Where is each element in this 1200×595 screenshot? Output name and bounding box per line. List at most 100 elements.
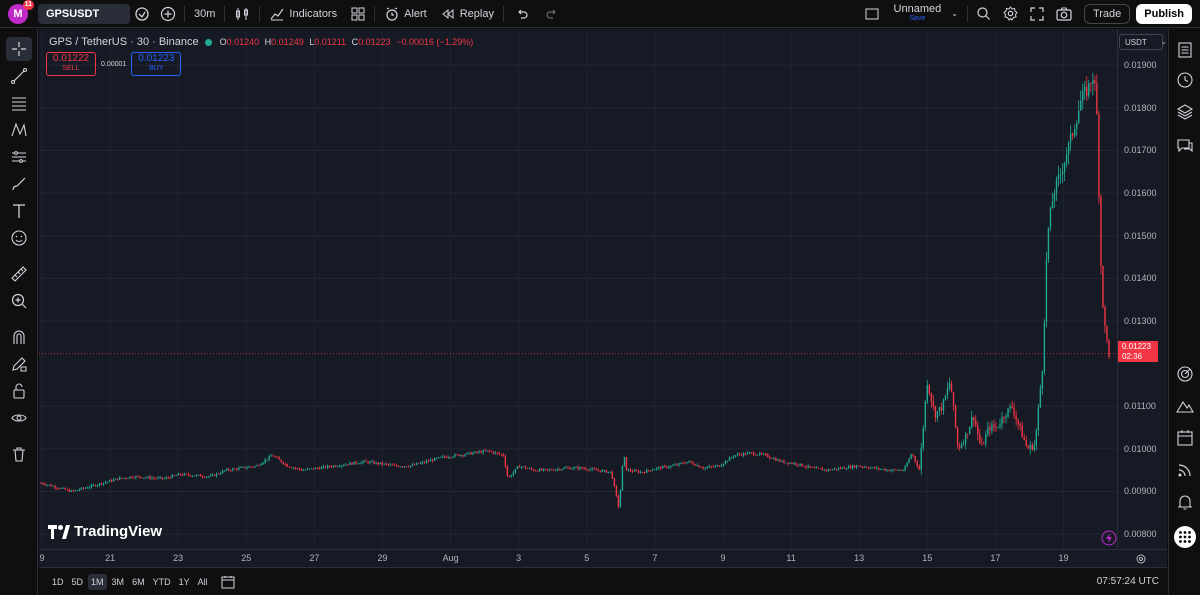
remove-drawings-button[interactable]	[6, 442, 32, 466]
axis-settings-icon[interactable]	[1135, 553, 1147, 565]
candle-body	[240, 467, 242, 468]
layout-name-button[interactable]: Unnamed Save ⌄	[887, 0, 965, 28]
candle-body	[1057, 174, 1060, 180]
clock[interactable]: 07:57:24 UTC	[1097, 576, 1159, 587]
candle-body	[861, 466, 864, 468]
settings-button[interactable]	[997, 0, 1024, 28]
candle-body	[80, 487, 83, 490]
range-all[interactable]: All	[195, 574, 211, 590]
notifications-button[interactable]	[1174, 491, 1196, 513]
range-3m[interactable]: 3M	[109, 574, 128, 590]
candle-body	[643, 472, 646, 474]
candle-body	[821, 468, 824, 471]
symbol-settings-icon[interactable]	[130, 0, 154, 28]
calendar-button[interactable]	[1174, 427, 1196, 449]
user-avatar[interactable]: M 11	[8, 0, 34, 24]
candle-body	[401, 466, 404, 468]
trend-line-tool-button[interactable]	[6, 64, 32, 88]
magnet-tool-button[interactable]	[6, 325, 32, 349]
candle-body	[284, 464, 286, 465]
candle-body	[1005, 416, 1007, 418]
magnet-icon	[13, 330, 25, 344]
candle-body	[950, 383, 953, 393]
hide-drawings-button[interactable]	[6, 406, 32, 430]
brush-tool-button[interactable]	[6, 172, 32, 196]
range-1y[interactable]: 1Y	[176, 574, 193, 590]
indicators-button[interactable]: Indicators	[262, 0, 344, 28]
price-axis[interactable]: 0.01900 0.01800 0.01700 0.01600 0.01500 0.014…	[1117, 29, 1167, 549]
trade-button[interactable]: Trade	[1083, 3, 1131, 24]
candle-body	[50, 484, 52, 487]
candle-body	[868, 467, 870, 469]
x-tick-label: 27	[309, 553, 320, 563]
range-5d[interactable]: 5D	[69, 574, 87, 590]
templates-button[interactable]	[344, 0, 372, 28]
candle-body	[248, 466, 250, 468]
candle-body	[944, 395, 947, 400]
goto-date-button[interactable]	[221, 575, 235, 589]
products-menu-button[interactable]	[1174, 526, 1196, 548]
candle-body	[613, 478, 616, 486]
range-1m[interactable]: 1M	[88, 573, 107, 590]
alert-button[interactable]: Alert	[377, 0, 434, 28]
fib-tool-button[interactable]	[6, 91, 32, 115]
symbol-search-button[interactable]: GPSUSDT	[38, 3, 130, 24]
price-chart[interactable]	[39, 29, 1167, 549]
fullscreen-button[interactable]	[1024, 0, 1050, 28]
pattern-tool-button[interactable]	[6, 118, 32, 142]
lightning-icon[interactable]	[1101, 530, 1117, 546]
candle-body	[520, 466, 523, 468]
undo-icon	[518, 9, 528, 19]
candle-body	[855, 465, 858, 468]
candle-body	[397, 465, 400, 467]
range-ytd[interactable]: YTD	[150, 574, 174, 590]
candle-body	[1096, 83, 1098, 115]
stay-drawing-button[interactable]	[6, 352, 32, 376]
publish-button[interactable]: Publish	[1136, 3, 1192, 24]
alerts-panel-button[interactable]	[1174, 69, 1196, 91]
candle-body	[773, 458, 775, 460]
measure-tool-button[interactable]	[6, 262, 32, 286]
time-axis[interactable]: 9 21 23 25 27 29 Aug 3 5 7 9 11 13 15 17 19	[39, 549, 1167, 567]
news-feed-button[interactable]	[1174, 459, 1196, 481]
redo-button[interactable]	[538, 0, 566, 28]
snapshot-button[interactable]	[1050, 0, 1078, 28]
chats-button[interactable]	[1174, 135, 1196, 157]
compare-symbol-button[interactable]	[154, 0, 182, 28]
candle-body	[684, 463, 686, 465]
sell-button[interactable]: 0.01222 SELL	[46, 52, 96, 76]
undo-button[interactable]	[506, 0, 538, 28]
candle-body	[1007, 408, 1009, 417]
emoji-tool-button[interactable]	[6, 226, 32, 250]
watchlist-button[interactable]	[1174, 39, 1196, 61]
screener-button[interactable]	[1174, 363, 1196, 385]
candle-body	[637, 470, 640, 473]
candle-body	[831, 469, 834, 471]
layout-toggle-icon[interactable]	[857, 0, 887, 28]
candle-body	[668, 467, 670, 468]
chart-pane[interactable]	[39, 29, 1167, 567]
y-tick-label: 0.01900	[1124, 60, 1157, 71]
candle-body	[484, 450, 486, 452]
object-tree-button[interactable]	[1174, 101, 1196, 123]
candle-body	[928, 384, 931, 394]
x-tick-label: 13	[854, 553, 865, 563]
candle-body	[488, 450, 490, 452]
legend-title[interactable]: GPS / TetherUS · 30 · Binance	[49, 36, 199, 48]
currency-select[interactable]: USDT ⌄	[1119, 34, 1167, 50]
interval-button[interactable]: 30m	[187, 0, 222, 28]
pine-button[interactable]	[1174, 395, 1196, 417]
lock-drawings-button[interactable]	[6, 379, 32, 403]
range-6m[interactable]: 6M	[129, 574, 148, 590]
forecast-tool-button[interactable]	[6, 145, 32, 169]
candle-body	[129, 476, 131, 479]
zoom-in-tool-button[interactable]	[6, 289, 32, 313]
candle-body	[197, 474, 200, 476]
quick-search-button[interactable]	[970, 0, 997, 28]
range-1d[interactable]: 1D	[49, 574, 67, 590]
chart-type-button[interactable]	[227, 0, 257, 28]
crosshair-tool-button[interactable]	[6, 37, 32, 61]
buy-button[interactable]: 0.01223 BUY	[131, 52, 182, 76]
replay-button[interactable]: Replay	[434, 0, 501, 28]
text-tool-button[interactable]	[6, 199, 32, 223]
